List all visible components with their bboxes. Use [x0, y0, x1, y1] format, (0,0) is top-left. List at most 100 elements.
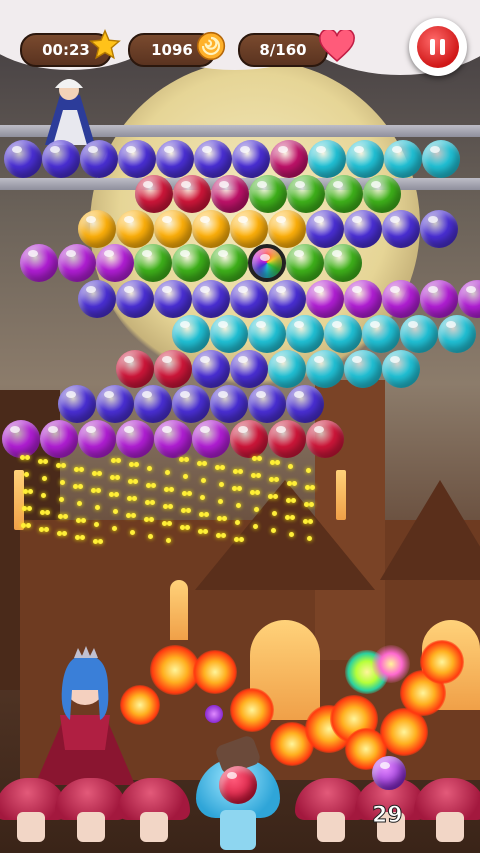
sparkle [235, 520, 240, 525]
sparkle [292, 481, 297, 486]
shooter-launcher[interactable] [188, 734, 288, 853]
bubble-blue [154, 280, 192, 318]
bubble-red [135, 175, 173, 213]
sparkle [24, 472, 29, 477]
bubble-blue [172, 385, 210, 423]
sparkle [113, 509, 118, 514]
bubble-green [286, 244, 324, 282]
sparkle [272, 511, 277, 516]
bubble-cyan [268, 350, 306, 388]
bubble-blue [230, 350, 268, 388]
bubble-green [134, 244, 172, 282]
sparkle [236, 503, 241, 508]
sparkle [309, 502, 314, 507]
heart-icon [319, 30, 355, 62]
sparkle [289, 532, 294, 537]
sparkle [94, 522, 99, 527]
sparkle [151, 483, 156, 488]
sparkle [221, 533, 226, 538]
bubble-purple [96, 244, 134, 282]
sparkle [167, 521, 172, 526]
bubble-green [324, 244, 362, 282]
bubble-cyan [248, 315, 286, 353]
next-bubble[interactable] [372, 756, 406, 790]
sparkle [98, 539, 103, 544]
bubble-yellow [192, 210, 230, 248]
bubble-cyan [346, 140, 384, 178]
bubble-blue [210, 385, 248, 423]
candy-icon [196, 31, 226, 61]
sparkle [201, 478, 206, 483]
sparkle [256, 473, 261, 478]
sparkle [133, 479, 138, 484]
bubble-blue [286, 385, 324, 423]
game-stage[interactable]: 00:23 1096 8/160 29 [0, 0, 480, 853]
sparkle [28, 489, 33, 494]
bubble-green [210, 244, 248, 282]
sparkle [131, 513, 136, 518]
bubble-blue [116, 280, 154, 318]
bubble-purple [344, 280, 382, 318]
bubble-green [325, 175, 363, 213]
bubble-yellow [78, 210, 116, 248]
bubble-cyan [286, 315, 324, 353]
sparkle [185, 525, 190, 530]
bubble-cyan [172, 315, 210, 353]
bubble-blue [4, 140, 42, 178]
pause-icon [417, 26, 459, 68]
score-value: 1096 [151, 41, 193, 59]
sparkle [255, 490, 260, 495]
sparkle [150, 500, 155, 505]
bubble-blue [96, 385, 134, 423]
sparkle [274, 477, 279, 482]
bubble-cyan [438, 315, 476, 353]
bubble-blue [78, 280, 116, 318]
sparkle [239, 537, 244, 542]
sparkle [79, 467, 84, 472]
bubble-yellow [230, 210, 268, 248]
fireball [420, 640, 464, 684]
sparkle [184, 457, 189, 462]
sparkle [308, 519, 313, 524]
sparkle [186, 508, 191, 513]
bubble-green [287, 175, 325, 213]
sparkle [169, 487, 174, 492]
bubble-red [230, 420, 268, 458]
bubble-cyan [210, 315, 248, 353]
sparkle [273, 494, 278, 499]
sparkle [132, 496, 137, 501]
progress-value: 8/160 [259, 41, 307, 59]
bubble-blue [42, 140, 80, 178]
fireball [372, 645, 410, 683]
sparkle [116, 458, 121, 463]
sparkle [96, 488, 101, 493]
bubble-blue [344, 210, 382, 248]
bubble-blue [134, 385, 172, 423]
bubble-purple [458, 280, 480, 318]
sparkle [187, 491, 192, 496]
castle-window [14, 470, 24, 530]
bubble-blue [58, 385, 96, 423]
sparkle [147, 466, 152, 471]
sparkle [254, 507, 259, 512]
bubble-purple [40, 420, 78, 458]
sparkle [81, 518, 86, 523]
bubble-blue [248, 385, 286, 423]
bubble-cyan [308, 140, 346, 178]
fireball [205, 705, 223, 723]
sparkle [44, 527, 49, 532]
bubble-blue [420, 210, 458, 248]
bubble-purple [306, 280, 344, 318]
sparkle [95, 505, 100, 510]
sparkle [202, 461, 207, 466]
sparkle [204, 512, 209, 517]
sparkle [112, 526, 117, 531]
sparkle [203, 529, 208, 534]
sparkle [63, 514, 68, 519]
sparkle [130, 530, 135, 535]
sparkle [290, 515, 295, 520]
sparkle [60, 480, 65, 485]
sparkle [183, 474, 188, 479]
pause-button[interactable] [409, 18, 467, 76]
sparkle [288, 464, 293, 469]
